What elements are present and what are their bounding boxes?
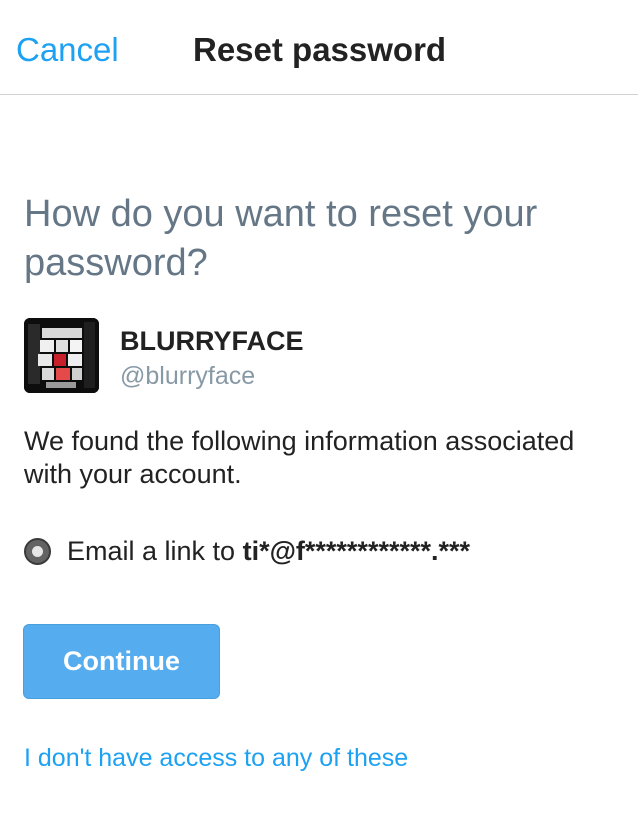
radio-selected-icon[interactable]: [24, 537, 51, 565]
account-info-text: We found the following information assoc…: [24, 426, 575, 489]
email-link-option[interactable]: Email a link to ti*@f************.***: [24, 531, 470, 571]
email-option-prefix: Email a link to: [67, 536, 243, 566]
continue-button[interactable]: Continue: [23, 624, 220, 699]
avatar: [24, 318, 99, 393]
cancel-button[interactable]: Cancel: [16, 31, 119, 69]
email-option-label: Email a link to ti*@f************.***: [67, 535, 470, 567]
account-handle: @blurryface: [120, 362, 256, 390]
nav-header: Cancel Reset password: [0, 0, 638, 95]
reset-question-heading: How do you want to reset your password?: [24, 193, 538, 284]
masked-email: ti*@f************.***: [242, 536, 471, 566]
avatar-image: [24, 318, 99, 393]
account-display-name: BLURRYFACE: [120, 326, 304, 356]
radio-dot: [32, 545, 43, 557]
page-title: Reset password: [193, 31, 447, 68]
no-access-link[interactable]: I don't have access to any of these: [24, 743, 408, 773]
